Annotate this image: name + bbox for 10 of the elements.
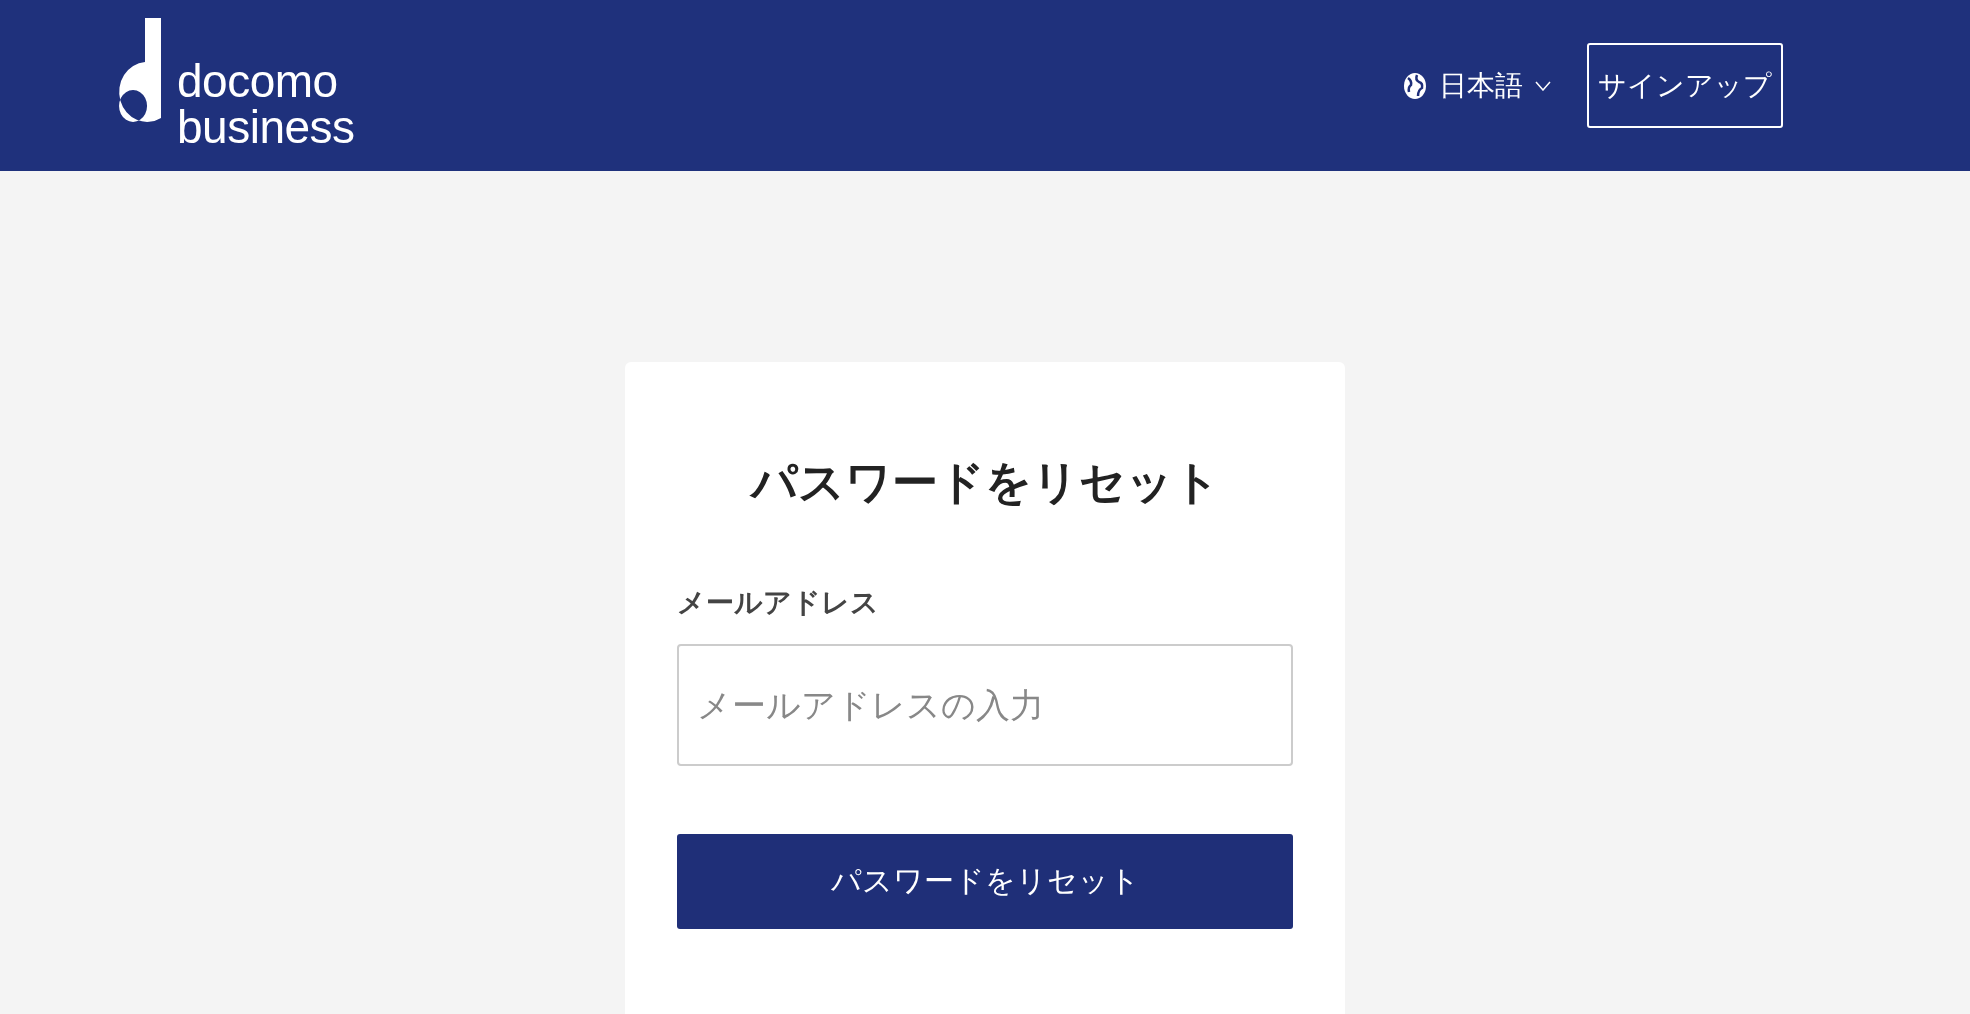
reset-password-button[interactable]: パスワードをリセット bbox=[677, 834, 1293, 929]
logo-text: business bbox=[177, 103, 355, 150]
signup-button[interactable]: サインアップ bbox=[1587, 43, 1783, 128]
field-label: メールアドレス bbox=[677, 585, 880, 621]
language-selector[interactable]: 日本語 bbox=[1403, 66, 1551, 105]
chevron-down-icon bbox=[1535, 80, 1551, 91]
email-field[interactable]: メールアドレスの入力 bbox=[677, 644, 1293, 766]
logo-text: docomo bbox=[177, 57, 339, 104]
globe-icon bbox=[1403, 71, 1427, 100]
card-title: パスワードをリセット bbox=[748, 454, 1221, 511]
